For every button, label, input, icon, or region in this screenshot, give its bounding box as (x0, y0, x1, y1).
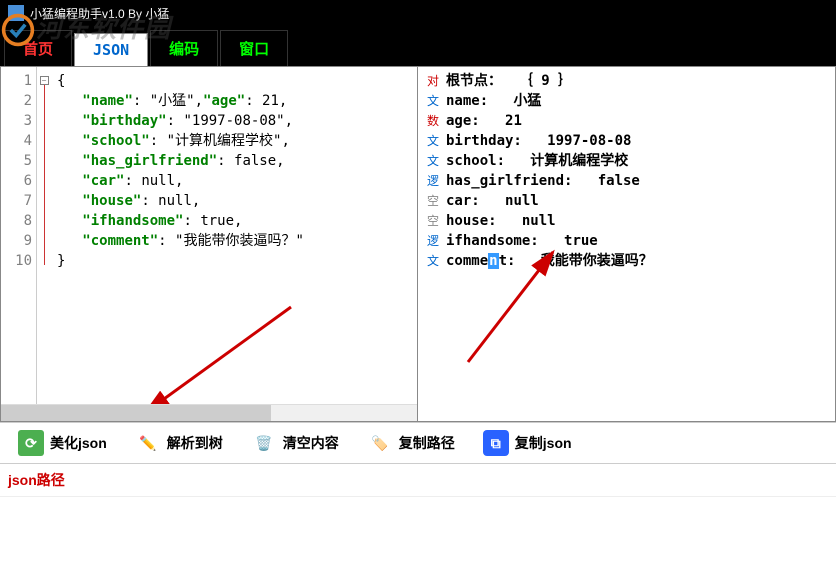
copy-path-button[interactable]: 🏷️ 复制路径 (357, 426, 465, 460)
copy-json-button[interactable]: ⧉ 复制json (473, 426, 582, 460)
tab-home[interactable]: 首页 (4, 30, 72, 66)
horizontal-scrollbar[interactable] (1, 404, 417, 421)
menu-item-menu[interactable]: 菜单 (718, 5, 744, 24)
tab-encode[interactable]: 编码 (150, 30, 218, 66)
line-number: 1 (1, 71, 32, 91)
tree-row[interactable]: 文birthday: 1997-08-08 (424, 131, 829, 151)
action-toolbar: ⟳ 美化json ✏️ 解析到树 🗑️ 清空内容 🏷️ 复制路径 ⧉ 复制jso… (0, 422, 836, 464)
tree-pane[interactable]: 对根节点： ｛ 9 ｝ 文name: 小猛 数age: 21 文birthday… (418, 66, 836, 422)
copy-icon: ⧉ (483, 430, 509, 456)
tree-row[interactable]: 文school: 计算机编程学校 (424, 151, 829, 171)
code-editor[interactable]: 12345678910 − { "name": "小猛","age": 21, … (1, 67, 417, 404)
tab-json[interactable]: JSON (74, 33, 148, 66)
title-bar: 小猛编程助手v1.0 By 小猛 (0, 0, 836, 26)
type-badge: 数 (424, 111, 442, 131)
type-badge: 文 (424, 151, 442, 171)
line-number: 6 (1, 171, 32, 191)
refresh-icon: ⟳ (18, 430, 44, 456)
fold-gutter: − (37, 67, 51, 404)
tab-window[interactable]: 窗口 (220, 30, 288, 66)
tree-row[interactable]: 逻ifhandsome: true (424, 231, 829, 251)
line-number: 7 (1, 191, 32, 211)
type-badge: 逻 (424, 231, 442, 251)
type-badge-object: 对 (424, 71, 442, 91)
window-title: 小猛编程助手v1.0 By 小猛 (30, 5, 169, 22)
type-badge: 空 (424, 211, 442, 231)
line-number: 9 (1, 231, 32, 251)
beautify-button[interactable]: ⟳ 美化json (8, 426, 117, 460)
pencil-icon: ✏️ (135, 430, 161, 456)
tree-row[interactable]: 数age: 21 (424, 111, 829, 131)
main-menu: 菜单 设置 帮助 (718, 5, 824, 24)
type-badge: 文 (424, 131, 442, 151)
menu-item-settings[interactable]: 设置 (758, 5, 784, 24)
tree-row[interactable]: 空car: null (424, 191, 829, 211)
line-number: 3 (1, 111, 32, 131)
line-number: 4 (1, 131, 32, 151)
menu-item-help[interactable]: 帮助 (798, 5, 824, 24)
type-badge: 文 (424, 251, 442, 271)
line-number: 2 (1, 91, 32, 111)
line-number: 5 (1, 151, 32, 171)
tree-row[interactable]: 文comment: 我能带你装逼吗？ (424, 251, 829, 271)
tree-row[interactable]: 空house: null (424, 211, 829, 231)
type-badge: 文 (424, 91, 442, 111)
type-badge: 空 (424, 191, 442, 211)
parse-button[interactable]: ✏️ 解析到树 (125, 426, 233, 460)
line-gutter: 12345678910 (1, 67, 37, 404)
line-number: 10 (1, 251, 32, 271)
json-path-label: json路径 (0, 464, 836, 497)
code-content[interactable]: { "name": "小猛","age": 21, "birthday": "1… (51, 67, 417, 404)
app-icon (8, 5, 24, 21)
editor-pane: 12345678910 − { "name": "小猛","age": 21, … (0, 66, 418, 422)
clear-button[interactable]: 🗑️ 清空内容 (241, 426, 349, 460)
trash-icon: 🗑️ (251, 430, 277, 456)
tag-icon: 🏷️ (367, 430, 393, 456)
tab-strip: 首页 JSON 编码 窗口 (0, 26, 836, 66)
type-badge: 逻 (424, 171, 442, 191)
line-number: 8 (1, 211, 32, 231)
fold-minus-icon[interactable]: − (40, 76, 49, 85)
tree-row[interactable]: 文name: 小猛 (424, 91, 829, 111)
tree-row[interactable]: 逻has_girlfriend: false (424, 171, 829, 191)
